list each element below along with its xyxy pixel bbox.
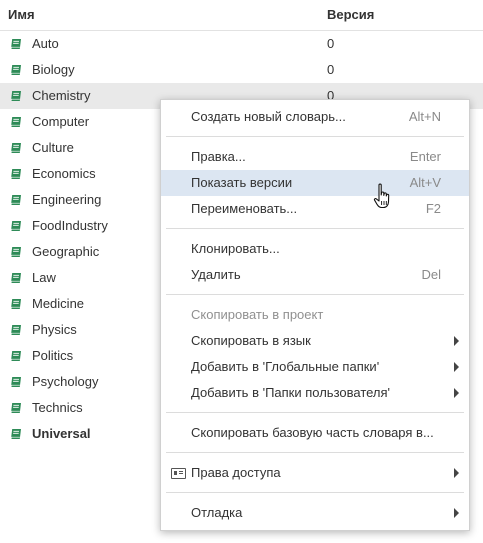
menu-item-copy-to-project: Скопировать в проект — [161, 302, 469, 328]
list-item[interactable]: Auto 0 — [0, 31, 483, 57]
dictionary-name: Biology — [32, 62, 75, 77]
menu-item-label: Скопировать базовую часть словаря в... — [191, 425, 434, 440]
menu-item-label: Скопировать в язык — [191, 333, 311, 348]
column-header-version[interactable]: Версия — [327, 7, 374, 22]
table-header: Имя Версия — [0, 0, 483, 31]
dictionary-name: Universal — [32, 426, 91, 441]
book-icon — [10, 325, 21, 336]
menu-item-debug[interactable]: Отладка — [161, 500, 469, 526]
book-icon — [10, 169, 21, 180]
menu-item-label: Показать версии — [191, 175, 293, 190]
book-icon — [10, 377, 21, 388]
menu-item-label: Отладка — [191, 505, 243, 520]
menu-item-clone[interactable]: Клонировать... — [161, 236, 469, 262]
menu-separator — [166, 492, 464, 493]
menu-item-label: Переименовать... — [191, 201, 298, 216]
menu-item-copy-base-part[interactable]: Скопировать базовую часть словаря в... — [161, 420, 469, 446]
menu-item-delete[interactable]: Удалить Del — [161, 262, 469, 288]
dictionary-version: 0 — [327, 62, 335, 77]
book-icon — [10, 299, 21, 310]
menu-item-label: Добавить в 'Глобальные папки' — [191, 359, 380, 374]
book-icon — [10, 143, 21, 154]
list-item[interactable]: Biology 0 — [0, 57, 483, 83]
menu-separator — [166, 228, 464, 229]
book-icon — [10, 195, 21, 206]
book-icon — [10, 247, 21, 258]
menu-item-label: Права доступа — [191, 465, 281, 480]
book-icon — [10, 65, 21, 76]
dictionary-name: Auto — [32, 36, 59, 51]
book-icon — [10, 403, 21, 414]
dictionary-name: Politics — [32, 348, 74, 363]
dictionary-name: Culture — [32, 140, 74, 155]
menu-item-shortcut: Alt+N — [408, 109, 441, 124]
menu-item-label: Скопировать в проект — [191, 307, 324, 322]
menu-item-label: Добавить в 'Папки пользователя' — [191, 385, 391, 400]
menu-item-edit[interactable]: Правка... Enter — [161, 144, 469, 170]
menu-item-create-dictionary[interactable]: Создать новый словарь... Alt+N — [161, 104, 469, 130]
dictionary-name: Physics — [32, 322, 77, 337]
menu-separator — [166, 452, 464, 453]
submenu-arrow-icon — [454, 468, 459, 478]
menu-item-shortcut: Enter — [409, 149, 441, 164]
book-icon — [10, 429, 21, 440]
book-icon — [10, 39, 21, 50]
menu-separator — [166, 412, 464, 413]
submenu-arrow-icon — [454, 388, 459, 398]
dictionary-name: Medicine — [32, 296, 85, 311]
dictionary-name: Economics — [32, 166, 96, 181]
hand-pointer-icon — [373, 183, 390, 209]
menu-item-label: Удалить — [191, 267, 241, 282]
dictionary-name: Technics — [32, 400, 83, 415]
book-icon — [10, 117, 21, 128]
column-header-name[interactable]: Имя — [8, 7, 35, 22]
dictionary-name: Computer — [32, 114, 90, 129]
menu-item-shortcut: Del — [421, 267, 441, 282]
dictionary-name: Engineering — [32, 192, 102, 207]
menu-item-show-versions[interactable]: Показать версии Alt+V — [161, 170, 469, 196]
menu-separator — [166, 294, 464, 295]
submenu-arrow-icon — [454, 362, 459, 372]
book-icon — [10, 221, 21, 232]
book-icon — [10, 273, 21, 284]
dictionary-name: Chemistry — [32, 88, 91, 103]
menu-item-access-rights[interactable]: Права доступа — [161, 460, 469, 486]
menu-item-shortcut: F2 — [425, 201, 441, 216]
menu-item-label: Создать новый словарь... — [191, 109, 346, 124]
dictionary-name: Geographic — [32, 244, 100, 259]
submenu-arrow-icon — [454, 336, 459, 346]
id-card-icon — [171, 468, 186, 479]
menu-item-label: Клонировать... — [191, 241, 280, 256]
dictionary-name: Psychology — [32, 374, 99, 389]
book-icon — [10, 91, 21, 102]
context-menu: Создать новый словарь... Alt+N Правка...… — [160, 99, 470, 531]
menu-item-add-user-folders[interactable]: Добавить в 'Папки пользователя' — [161, 380, 469, 406]
menu-item-rename[interactable]: Переименовать... F2 — [161, 196, 469, 222]
dictionary-name: Law — [32, 270, 56, 285]
book-icon — [10, 351, 21, 362]
menu-separator — [166, 136, 464, 137]
menu-item-copy-to-language[interactable]: Скопировать в язык — [161, 328, 469, 354]
dictionary-name: FoodIndustry — [32, 218, 108, 233]
dictionary-version: 0 — [327, 36, 335, 51]
submenu-arrow-icon — [454, 508, 459, 518]
menu-item-shortcut: Alt+V — [409, 175, 441, 190]
menu-item-label: Правка... — [191, 149, 246, 164]
menu-item-add-global-folders[interactable]: Добавить в 'Глобальные папки' — [161, 354, 469, 380]
